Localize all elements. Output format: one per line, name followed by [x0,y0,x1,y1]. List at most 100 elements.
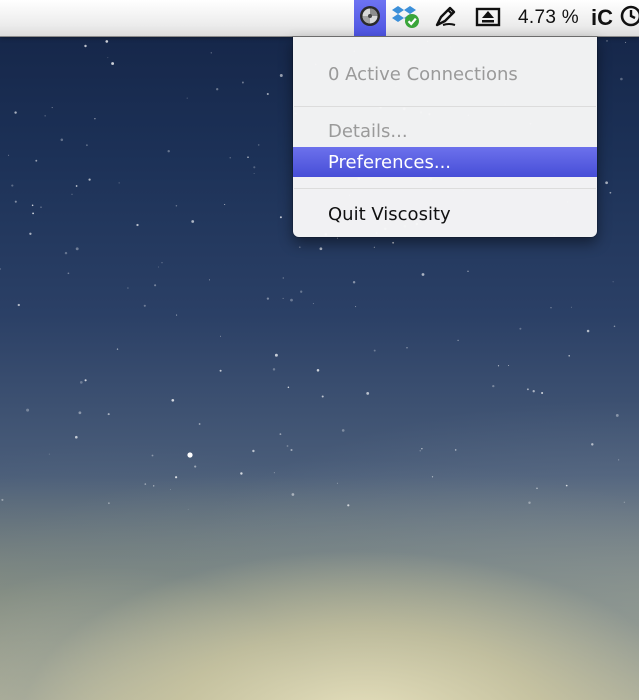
star [352,281,356,284]
star [1,498,4,501]
star [290,298,293,302]
star [175,476,178,479]
star [176,314,178,316]
star [406,347,408,349]
star [167,149,170,153]
star [591,443,594,446]
pen-tool-icon [433,3,459,34]
star [291,493,295,496]
clock-menu-extra[interactable] [617,0,639,36]
star [347,504,350,507]
star [373,349,376,352]
star [157,266,159,268]
star [209,279,210,281]
star [48,453,50,455]
bright-star [187,452,193,458]
star [60,138,64,142]
star [75,435,78,439]
clock-icon [620,5,639,32]
star [300,290,303,293]
star [457,339,459,342]
star [136,223,139,227]
battery-status[interactable]: 4.73 % [510,0,587,36]
star [617,459,620,461]
star [467,270,469,272]
menu-separator [294,188,596,189]
star [26,408,30,412]
battery-percentage: 4.73 % [518,7,579,28]
star [35,159,38,162]
star [519,327,522,330]
star [282,277,284,279]
menu-item-preferences[interactable]: Preferences... [293,147,597,177]
star [8,154,10,156]
star [336,237,339,239]
star [0,268,1,270]
dropbox-menu-extra[interactable] [386,0,426,36]
star [290,448,293,452]
star [88,178,91,181]
star [536,487,538,490]
star [84,379,87,382]
star [421,448,423,450]
star [497,365,500,367]
star [31,204,34,207]
star [266,297,270,300]
star [532,390,535,393]
star [105,40,109,43]
istat-menu-extra[interactable]: iC [587,0,617,36]
star [44,115,46,117]
star [118,182,120,184]
star [127,287,129,289]
star [605,181,608,185]
star [279,216,282,219]
menu-item-active-connections: 0 Active Connections [293,59,597,89]
star [51,107,53,109]
viscosity-dropdown-menu: 0 Active Connections Details... Preferen… [293,37,597,237]
star [298,246,301,249]
menu-item-label: 0 Active Connections [328,63,518,85]
star [570,306,572,308]
star [606,40,608,42]
star [454,449,457,451]
star [224,204,226,205]
star [161,262,163,264]
menu-item-label: Preferences... [328,151,452,173]
star [198,423,201,425]
star [111,62,115,65]
star [219,369,222,372]
eject-icon [475,5,501,32]
star [153,485,155,487]
star [625,41,627,43]
star [186,97,188,99]
star [71,193,73,195]
star [151,454,154,457]
star [266,92,269,96]
star [107,57,109,59]
star [79,381,83,384]
star [229,157,231,159]
menu-item-quit-viscosity[interactable]: Quit Viscosity [293,199,597,229]
star [154,284,157,287]
star [623,501,626,503]
star [29,232,32,235]
star [86,144,88,147]
star [492,384,495,388]
pen-menu-extra[interactable] [426,0,466,36]
star [272,368,276,371]
star [14,111,17,114]
star [613,325,616,328]
eject-menu-extra[interactable] [466,0,510,36]
star [586,329,590,333]
star [609,191,612,194]
star [336,482,338,484]
star [220,335,221,337]
star [94,118,96,120]
star [169,489,171,490]
star [32,212,35,215]
menu-bar-status-area: 4.73 % iC [354,0,639,36]
menu-separator [294,106,596,107]
viscosity-menu-extra[interactable] [354,0,387,36]
menu-item-label: Details... [328,120,408,142]
star [107,413,110,416]
